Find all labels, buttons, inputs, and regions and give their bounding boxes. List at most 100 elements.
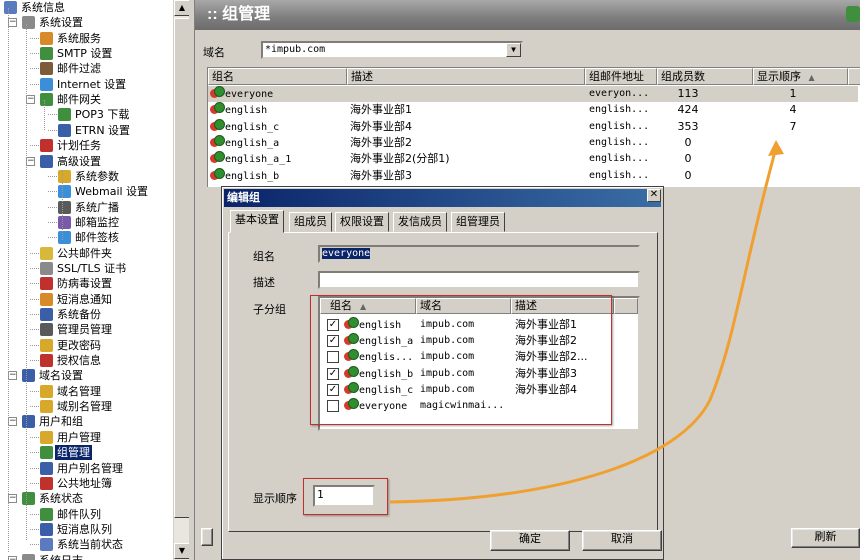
- subgroup-domain: impub.com: [420, 367, 475, 379]
- subgroup-name: english_b: [344, 365, 413, 383]
- collapse-icon[interactable]: −: [26, 95, 35, 105]
- tree-item-36[interactable]: − 系统日志: [0, 553, 173, 560]
- tree-item-label: 系统广播: [75, 200, 119, 214]
- cell-email: english...: [589, 153, 650, 165]
- table-row[interactable]: english_a_1 海外事业部2(分部1) english... 0: [208, 151, 858, 167]
- collapse-icon[interactable]: −: [8, 18, 17, 28]
- subgroup-checkbox[interactable]: ✓: [327, 335, 339, 348]
- tab-sender-members[interactable]: 发信成员: [393, 212, 447, 232]
- collapse-icon[interactable]: −: [26, 156, 35, 166]
- current-status-icon: [40, 538, 53, 552]
- tree-item-label: 计划任务: [57, 139, 101, 153]
- collapse-icon[interactable]: −: [8, 417, 17, 427]
- sub-column-header-name[interactable]: 组名 ▲: [320, 298, 416, 314]
- table-row[interactable]: english_c 海外事业部4 english... 353 7: [208, 118, 858, 136]
- subgroup-name: english_a: [344, 333, 413, 350]
- column-header-email[interactable]: 组邮件地址: [585, 68, 657, 85]
- tree-item-label: 域名设置: [39, 369, 83, 383]
- cancel-button[interactable]: 取消: [582, 530, 662, 551]
- group-name-field: everyone: [318, 245, 640, 263]
- page-title-bar: :: 组管理: [195, 0, 860, 30]
- scroll-thumb[interactable]: [174, 18, 190, 518]
- tree-item-label: 系统当前状态: [57, 538, 123, 552]
- subgroup-domain: impub.com: [420, 319, 475, 330]
- subgroup-checkbox[interactable]: ✓: [327, 319, 339, 331]
- tree-connector: [30, 436, 39, 438]
- domain-select[interactable]: *impub.com ▼: [261, 41, 523, 59]
- navigation-tree: 系统信息 − 系统设置 系统服务 SMTP 设置 邮件过滤 Internet 设置 − 邮件网关…: [0, 0, 173, 560]
- subgroup-row[interactable]: everyone magicwinmai...: [320, 398, 636, 414]
- subgroup-row[interactable]: ✓ english_a impub.com 海外事业部2: [320, 333, 636, 349]
- tree-item-label: 邮件过滤: [57, 62, 101, 76]
- display-order-input[interactable]: 1: [313, 485, 375, 507]
- table-row[interactable]: everyone everyon... 113 1: [208, 86, 858, 102]
- folder-icon: [40, 246, 53, 260]
- tree-connector: [30, 267, 39, 269]
- broadcast-icon: [58, 200, 71, 214]
- tab-permissions[interactable]: 权限设置: [335, 212, 389, 232]
- column-header-description[interactable]: 描述: [347, 68, 585, 85]
- sort-ascending-icon: ▲: [360, 302, 367, 311]
- dialog-title: 编辑组: [227, 191, 260, 204]
- tab-group-admins[interactable]: 组管理员: [451, 212, 505, 232]
- cell-desc: 海外事业部3: [350, 168, 412, 182]
- tree-guide-line: [62, 170, 63, 240]
- tree-connector: [48, 175, 57, 177]
- subgroup-row[interactable]: englis... impub.com 海外事业部2...: [320, 349, 636, 365]
- sms-queue-icon: [40, 522, 53, 536]
- scroll-up-arrow-icon[interactable]: ▲: [174, 0, 190, 16]
- group-icon: [210, 134, 225, 148]
- subgroup-domain: impub.com: [420, 351, 475, 363]
- sub-column-header-description[interactable]: 描述: [511, 298, 614, 314]
- signoff-icon: [58, 231, 71, 245]
- subgroup-name: english_c: [344, 381, 413, 399]
- cell-name: english_c: [210, 118, 279, 136]
- group-icon: [344, 333, 359, 346]
- collapse-icon[interactable]: −: [8, 494, 17, 504]
- cell-name: english_a: [210, 134, 279, 152]
- tab-group-members[interactable]: 组成员: [289, 212, 332, 232]
- subgroup-checkbox[interactable]: ✓: [327, 367, 339, 380]
- sub-column-header-domain[interactable]: 域名: [416, 298, 511, 314]
- subgroup-row[interactable]: ✓ english impub.com 海外事业部1: [320, 317, 636, 333]
- tree-item-label: SSL/TLS 证书: [57, 261, 127, 275]
- description-label: 描述: [253, 276, 275, 289]
- tree-item-label: 短消息队列: [57, 522, 112, 536]
- column-header-members[interactable]: 组成员数: [657, 68, 753, 85]
- scroll-down-arrow-icon[interactable]: ▼: [174, 543, 190, 559]
- dialog-title-bar[interactable]: 编辑组: [224, 189, 661, 207]
- subgroup-name: english: [344, 317, 401, 334]
- tree-item-label: 系统参数: [75, 169, 119, 183]
- column-header-name[interactable]: 组名: [208, 68, 347, 85]
- tree-item-label: 用户管理: [57, 430, 101, 444]
- user-alias-icon: [40, 461, 53, 475]
- filter-icon: [40, 62, 53, 76]
- collapse-icon[interactable]: −: [8, 555, 17, 560]
- tree-item-label: 短消息通知: [57, 292, 112, 306]
- ok-button[interactable]: 确定: [490, 530, 570, 551]
- tree-item-0[interactable]: 系统信息: [0, 0, 173, 15]
- column-header-order[interactable]: 显示顺序 ▲: [753, 68, 848, 85]
- group-table: 组名 描述 组邮件地址 组成员数 显示顺序 ▲ everyone everyon.…: [207, 67, 860, 187]
- tree-scrollbar[interactable]: ▲ ▼: [173, 0, 190, 560]
- table-row[interactable]: english_a 海外事业部2 english... 0: [208, 134, 858, 152]
- cell-members: 0: [684, 135, 692, 149]
- chevron-down-icon[interactable]: ▼: [506, 43, 521, 57]
- collapse-icon[interactable]: −: [8, 371, 17, 381]
- gears-icon: [22, 16, 35, 30]
- subgroup-row[interactable]: ✓ english_b impub.com 海外事业部3: [320, 365, 636, 383]
- subgroup-checkbox[interactable]: [327, 400, 339, 412]
- table-row[interactable]: english 海外事业部1 english... 424 4: [208, 102, 858, 118]
- subgroup-checkbox[interactable]: [327, 351, 339, 364]
- table-row[interactable]: english_b 海外事业部3 english... 0: [208, 167, 858, 184]
- description-field[interactable]: [318, 271, 640, 289]
- close-icon[interactable]: ✕: [647, 189, 661, 202]
- tree-guide-line: [44, 100, 45, 130]
- tree-connector: [30, 83, 39, 85]
- tab-basic-settings[interactable]: 基本设置: [230, 210, 284, 233]
- subgroup-checkbox[interactable]: ✓: [327, 383, 339, 396]
- tree-connector: [30, 544, 39, 546]
- refresh-button[interactable]: 刷新: [791, 528, 860, 548]
- subgroup-row[interactable]: ✓ english_c impub.com 海外事业部4: [320, 381, 636, 399]
- tree-connector: [30, 314, 39, 315]
